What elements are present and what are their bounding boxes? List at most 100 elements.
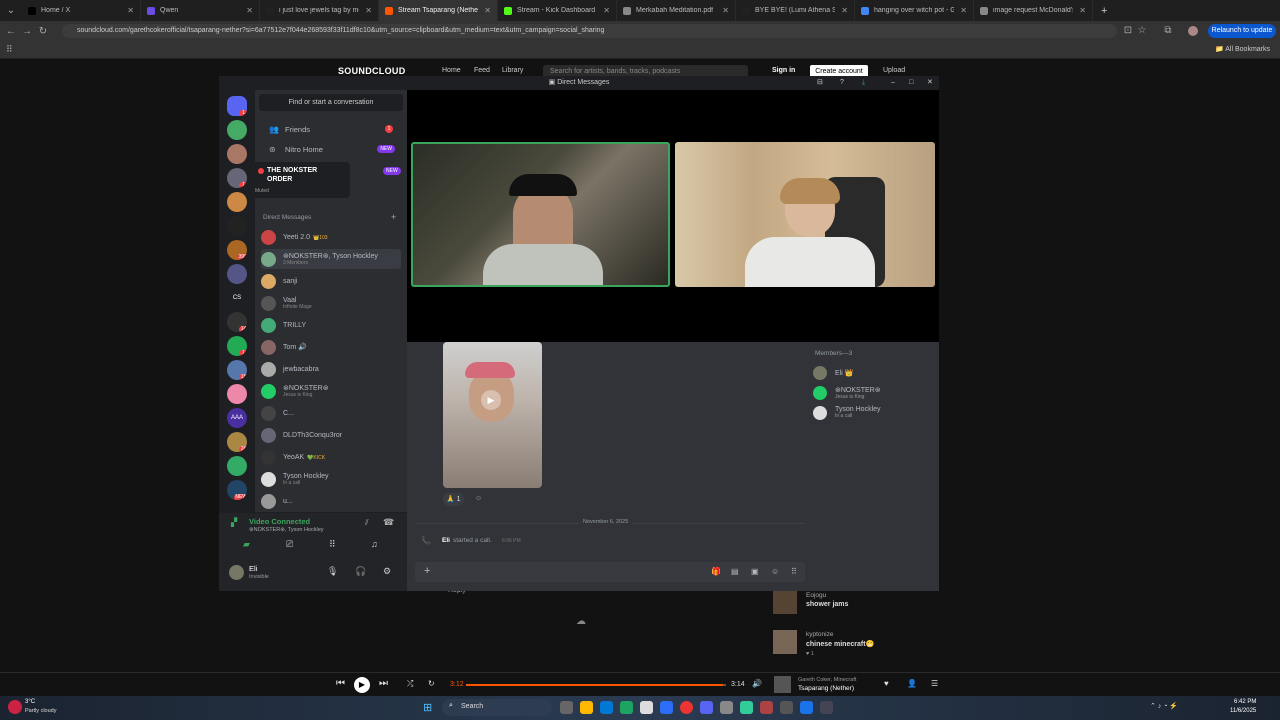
voice-channel[interactable]: ⊛NOKSTER⊛, Tyson Hockley	[249, 527, 324, 533]
browser-tab[interactable]: Stream - Kick Dashboard ✕	[498, 0, 617, 21]
bookmark-star-icon[interactable]: ☆	[1134, 25, 1150, 36]
url-field[interactable]: soundcloud.com/garethcokerofficial/tsapa…	[62, 24, 1117, 38]
dm-home-icon[interactable]: 1	[227, 96, 247, 116]
browser-tab[interactable]: Qwen ✕	[141, 0, 260, 21]
dm-item[interactable]: u...	[261, 491, 401, 511]
next-icon[interactable]: ⏭	[379, 678, 388, 689]
nav-nitro[interactable]: ⊛ Nitro Home NEW	[261, 140, 401, 158]
app-icon[interactable]	[740, 701, 753, 714]
tab-menu-chevron-icon[interactable]: ⌄	[0, 5, 22, 16]
attach-plus-icon[interactable]: +	[424, 565, 430, 577]
comment-user[interactable]: Eojogu	[806, 592, 826, 599]
dm-item[interactable]: Yeeti 2.0 👑103	[261, 227, 401, 247]
browser-tab[interactable]: BYE BYE! (Lumi Athena SFX) by ✕	[736, 0, 855, 21]
server-icon[interactable]	[227, 120, 247, 140]
tab-close-icon[interactable]: ✕	[603, 6, 610, 15]
start-icon[interactable]: ⊞	[423, 701, 432, 714]
settings-gear-icon[interactable]: ⚙	[383, 566, 391, 577]
app-icon[interactable]	[720, 701, 733, 714]
shuffle-icon[interactable]: ⤮	[407, 679, 413, 689]
server-icon[interactable]	[227, 456, 247, 476]
server-icon[interactable]	[227, 192, 247, 212]
noise-suppress-icon[interactable]: ⫽	[365, 518, 369, 528]
mic-icon[interactable]: 🎙	[327, 566, 338, 577]
add-reaction-icon[interactable]: ☺	[475, 495, 482, 502]
browser-tab[interactable]: image request McDonald's ✕	[974, 0, 1093, 21]
help-icon[interactable]: ?	[840, 76, 844, 90]
like-icon[interactable]: ♥	[884, 679, 889, 688]
app-icon[interactable]	[760, 701, 773, 714]
camera-icon[interactable]: ▰	[243, 539, 250, 550]
tab-close-icon[interactable]: ✕	[127, 6, 134, 15]
dm-item[interactable]: DLDTh3Conqu3ror	[261, 425, 401, 445]
server-icon[interactable]: 28	[227, 432, 247, 452]
relaunch-button[interactable]: Relaunch to update	[1208, 24, 1276, 38]
dm-item[interactable]: C...	[261, 403, 401, 423]
app-icon[interactable]	[800, 701, 813, 714]
progress-bar[interactable]	[466, 684, 726, 686]
server-icon[interactable]: 1	[227, 336, 247, 356]
nav-friends[interactable]: 👥 Friends 1	[261, 120, 401, 138]
queue-icon[interactable]: ☰	[931, 679, 938, 688]
follow-icon[interactable]: 👤	[907, 679, 917, 688]
comment-user[interactable]: kyptonize	[806, 631, 833, 638]
dm-item[interactable]: YeoAK 💚KICK	[261, 447, 401, 467]
dm-item[interactable]: ⊛NOKSTER⊛ Jesus is King	[261, 381, 401, 401]
user-name[interactable]: Eli	[249, 564, 257, 573]
profile-avatar[interactable]	[1188, 26, 1198, 36]
track-artwork[interactable]	[774, 676, 791, 693]
soundboard-icon[interactable]: ♫	[371, 539, 378, 549]
store-icon[interactable]	[600, 701, 613, 714]
gif-icon[interactable]: ▤	[731, 567, 739, 576]
tray-icons[interactable]: ⌃ ♪ ◔ ⚡	[1150, 702, 1178, 710]
find-conversation-input[interactable]: Find or start a conversation	[259, 94, 403, 111]
terminal-icon[interactable]	[780, 701, 793, 714]
comment-likes[interactable]: ♥ 1	[806, 651, 814, 657]
tab-close-icon[interactable]: ✕	[1079, 6, 1086, 15]
server-icon[interactable]: 14	[227, 312, 247, 332]
dm-item[interactable]: Tyson Hockley In a call	[261, 469, 401, 489]
dm-item[interactable]: sanji	[261, 271, 401, 291]
nav-feed[interactable]: Feed	[474, 67, 490, 74]
server-icon[interactable]	[227, 264, 247, 284]
minimize-icon[interactable]: –	[891, 76, 895, 90]
repeat-icon[interactable]: ↻	[428, 679, 435, 688]
member-item[interactable]: Tyson Hockley In a call	[813, 404, 881, 421]
clock-date[interactable]: 11/6/2025	[1230, 708, 1256, 714]
server-icon[interactable]: 395	[227, 240, 247, 260]
member-item[interactable]: Eli 👑	[813, 364, 853, 381]
browser-tab[interactable]: Merkabah Meditation.pdf ✕	[617, 0, 736, 21]
discord-icon[interactable]	[700, 701, 713, 714]
server-popup[interactable]: THE NOKSTER ORDER Muted	[252, 162, 350, 198]
member-item[interactable]: ⊛NOKSTER⊛ Jesus is King	[813, 384, 881, 401]
video-attachment[interactable]: ▶	[443, 342, 542, 488]
screenshare-icon[interactable]: ⎚	[286, 539, 293, 550]
voice-status[interactable]: Video Connected	[249, 517, 310, 526]
play-icon[interactable]: ▶	[481, 390, 501, 410]
taskbar-search[interactable]: ⌕ Search	[442, 699, 552, 716]
inbox-icon[interactable]: ⊟	[817, 76, 823, 90]
browser-tab[interactable]: Stream Tsaparang (Nether) by G ✕	[379, 0, 498, 21]
server-icon[interactable]: NEW	[227, 480, 247, 500]
volume-icon[interactable]: 🔊	[752, 679, 762, 688]
tab-close-icon[interactable]: ✕	[246, 6, 253, 15]
tab-close-icon[interactable]: ✕	[365, 6, 372, 15]
server-icon[interactable]	[227, 384, 247, 404]
clock-time[interactable]: 6:42 PM	[1234, 699, 1256, 705]
nav-home[interactable]: Home	[442, 67, 461, 74]
tab-close-icon[interactable]: ✕	[722, 6, 729, 15]
edge-icon[interactable]	[620, 701, 633, 714]
signin-button[interactable]: Sign in	[772, 67, 795, 74]
apps-icon[interactable]: ⠿	[791, 567, 797, 576]
tab-close-icon[interactable]: ✕	[484, 6, 491, 15]
dm-item[interactable]: Vaal Infinite Mage	[261, 293, 401, 313]
upload-button[interactable]: Upload	[883, 67, 905, 74]
dm-item[interactable]: TRILLY	[261, 315, 401, 335]
app-icon[interactable]	[640, 701, 653, 714]
server-icon[interactable]: 1	[227, 168, 247, 188]
dm-item[interactable]: Tom 🔊	[261, 337, 401, 357]
weather-icon[interactable]	[8, 700, 22, 714]
comment-avatar[interactable]	[773, 630, 797, 654]
track-title[interactable]: Tsaparang (Nether)	[798, 685, 854, 692]
explorer-icon[interactable]	[580, 701, 593, 714]
